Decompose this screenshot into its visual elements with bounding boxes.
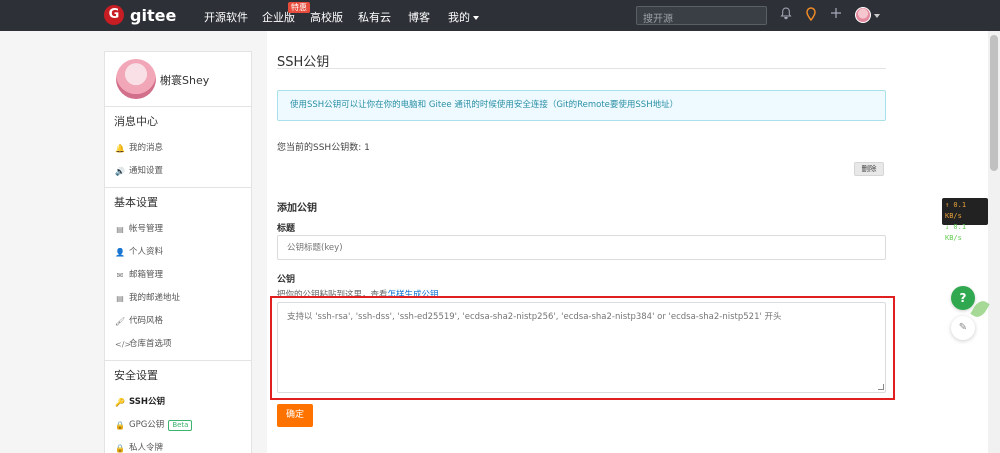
user-icon: 👤	[115, 248, 125, 257]
profile-username[interactable]: 榭寰Shey	[160, 72, 209, 88]
section-basic-settings: 基本设置	[114, 196, 158, 209]
settings-sidebar: 榭寰Shey 消息中心 🔔 我的消息 🔊 通知设置 基本设置 ▤ 帐号管理 👤 …	[104, 51, 252, 453]
sidebar-item-my-messages[interactable]: 🔔 我的消息	[105, 137, 251, 160]
beta-badge: Beta	[168, 420, 193, 431]
sidebar-item-profile[interactable]: 👤 个人资料	[105, 241, 251, 264]
sidebar-item-label: 我的邮递地址	[129, 293, 181, 303]
sidebar-item-label: 帐号管理	[129, 224, 164, 234]
bell-icon: 🔔	[115, 144, 125, 153]
sidebar-item-label: 私人令牌	[129, 443, 164, 453]
gitee-logo-icon: G	[104, 5, 124, 25]
textarea-resize-handle[interactable]	[878, 384, 884, 390]
main-content: SSH公钥 使用SSH公钥可以让你在你的电脑和 Gitee 通讯的时候使用安全连…	[267, 31, 988, 453]
sidebar-item-mailing-address[interactable]: ▤ 我的邮递地址	[105, 287, 251, 310]
help-button[interactable]: ?	[951, 286, 975, 310]
gitee-logo[interactable]: G gitee	[104, 5, 176, 25]
sidebar-item-label: 我的消息	[129, 143, 164, 153]
sidebar-item-private-tokens[interactable]: 🔒 私人令牌	[105, 437, 251, 453]
delete-key-button[interactable]: 删除	[854, 162, 884, 176]
network-speed-widget: ↑ 0.1 KB/s ↓ 0.1 KB/s	[942, 198, 988, 242]
ssh-key-count: 您当前的SSH公钥数: 1	[277, 143, 370, 153]
nav-education[interactable]: 高校版	[310, 9, 343, 25]
download-speed: ↓ 0.1 KB/s	[945, 223, 967, 242]
sidebar-item-label: GPG公钥	[129, 420, 165, 430]
address-card-icon: ▤	[116, 294, 124, 303]
sidebar-item-label: 代码风格	[129, 316, 164, 326]
title-divider	[277, 68, 886, 69]
confirm-button[interactable]: 确定	[277, 404, 313, 427]
code-icon: </>	[115, 340, 132, 349]
sidebar-item-ssh-keys[interactable]: 🔑 SSH公钥	[105, 391, 251, 414]
sidebar-item-label: 邮箱管理	[129, 270, 164, 280]
sidebar-item-label: 通知设置	[129, 166, 164, 176]
upload-speed: ↑ 0.1 KB/s	[945, 201, 967, 220]
section-security-settings: 安全设置	[114, 369, 158, 382]
sidebar-item-label: 仓库首选项	[129, 339, 172, 349]
location-icon[interactable]	[803, 7, 819, 23]
sidebar-item-repo-preferences[interactable]: </> 仓库首选项	[105, 333, 251, 356]
page-scrollbar[interactable]	[988, 31, 1000, 453]
avatar-caret-icon[interactable]	[874, 14, 880, 18]
sidebar-item-email[interactable]: ✉ 邮箱管理	[105, 264, 251, 287]
add-key-heading: 添加公钥	[277, 203, 317, 214]
enterprise-promo-badge: 特惠	[288, 2, 310, 13]
brush-icon: 🖌	[115, 317, 126, 326]
sidebar-item-account[interactable]: ▤ 帐号管理	[105, 218, 251, 241]
lock-icon: 🔒	[115, 421, 125, 430]
ssh-info-alert: 使用SSH公钥可以让你在你的电脑和 Gitee 通讯的时候使用安全连接（Git的…	[277, 90, 886, 121]
bell-icon[interactable]	[778, 7, 794, 23]
plus-icon[interactable]	[828, 7, 844, 23]
search-input[interactable]: 搜开源	[636, 6, 767, 25]
nav-private-cloud[interactable]: 私有云	[358, 9, 391, 25]
public-key-textarea[interactable]	[277, 302, 886, 393]
nav-blog[interactable]: 博客	[408, 9, 430, 25]
key-hint: 把你的公钥粘贴到这里，查看怎样生成公钥	[277, 288, 439, 300]
profile-card: 榭寰Shey	[105, 52, 251, 107]
feedback-button[interactable]: ✎	[951, 316, 975, 340]
key-icon: 🔑	[115, 398, 125, 407]
key-hint-text: 把你的公钥粘贴到这里，查看	[277, 290, 388, 300]
scrollbar-thumb[interactable]	[990, 35, 998, 171]
sidebar-item-label: 个人资料	[129, 247, 164, 257]
speaker-icon: 🔊	[115, 167, 125, 176]
key-field-label: 公钥	[277, 275, 296, 285]
sidebar-item-label: SSH公钥	[129, 397, 165, 407]
sidebar-item-notification-settings[interactable]: 🔊 通知设置	[105, 160, 251, 183]
title-field-label: 标题	[277, 224, 296, 234]
user-avatar[interactable]	[855, 7, 871, 23]
sidebar-item-gpg-keys[interactable]: 🔒 GPG公钥 Beta	[105, 414, 251, 437]
envelope-icon: ✉	[116, 271, 124, 280]
nav-open-source[interactable]: 开源软件	[204, 9, 248, 25]
top-navbar: G gitee 开源软件 企业版 特惠 高校版 私有云 博客 我的 搜开源	[0, 0, 1000, 31]
id-card-icon: ▤	[116, 225, 124, 234]
nav-mine-label: 我的	[448, 11, 470, 24]
key-title-input[interactable]	[277, 235, 886, 260]
section-message-center: 消息中心	[114, 115, 158, 128]
sidebar-item-code-style[interactable]: 🖌 代码风格	[105, 310, 251, 333]
gitee-logo-text: gitee	[130, 5, 177, 25]
chevron-down-icon	[473, 16, 479, 20]
how-to-generate-key-link[interactable]: 怎样生成公钥	[388, 290, 439, 300]
nav-mine-dropdown[interactable]: 我的	[448, 9, 479, 25]
edit-icon: ✎	[958, 322, 968, 333]
profile-avatar[interactable]	[116, 59, 156, 99]
lock-icon: 🔒	[115, 444, 125, 453]
